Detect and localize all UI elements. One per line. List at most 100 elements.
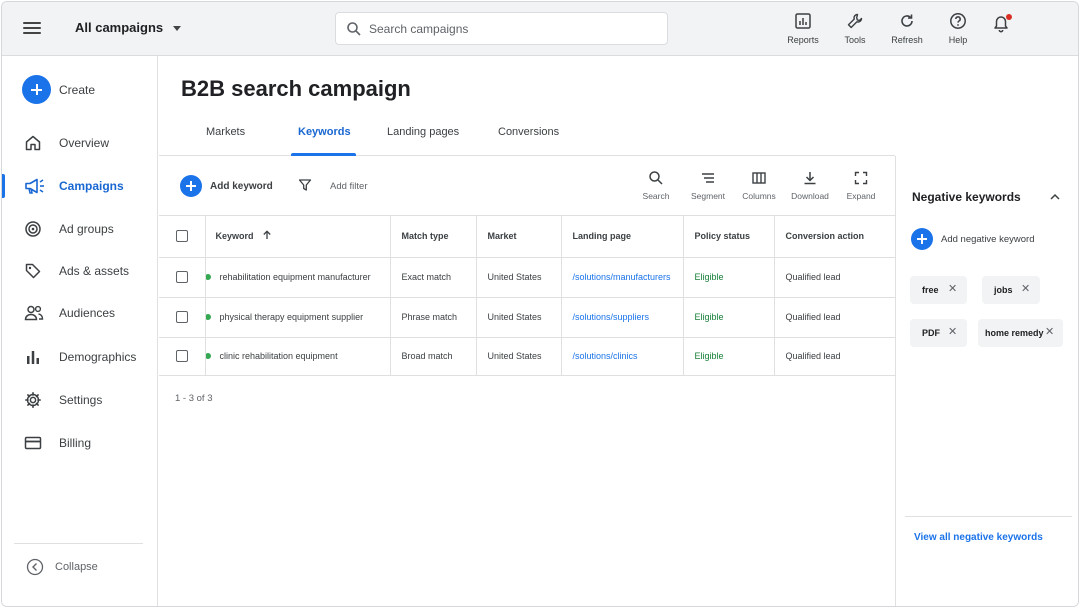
plus-icon	[22, 75, 51, 104]
chip-label: free	[922, 285, 939, 295]
sidebar-item-campaigns[interactable]: Campaigns	[2, 168, 157, 204]
columns-icon	[752, 172, 766, 184]
sidebar-item-audiences[interactable]: Audiences	[2, 295, 157, 331]
expand-label: Expand	[846, 191, 876, 201]
negative-keyword-chip: jobs ✕	[982, 276, 1040, 304]
plus-icon	[180, 175, 202, 197]
sidebar-item-overview[interactable]: Overview	[2, 125, 157, 161]
sidebar-item-ad-groups[interactable]: Ad groups	[2, 211, 157, 247]
arrow-up-icon	[263, 230, 271, 240]
segment-button[interactable]: Segment	[684, 170, 732, 201]
wrench-icon	[847, 13, 863, 29]
column-header-conversion-action[interactable]: Conversion action	[773, 215, 895, 258]
help-label: Help	[948, 35, 968, 45]
search-box[interactable]	[335, 12, 668, 45]
landing-page-cell: /solutions/suppliers	[560, 297, 683, 338]
add-keyword-label: Add keyword	[210, 181, 273, 192]
panel-divider	[905, 516, 1072, 517]
landing-page-link[interactable]: /solutions/clinics	[573, 351, 638, 361]
search-tool-button[interactable]: Search	[632, 170, 680, 201]
keyword-cell: physical therapy equipment supplier	[204, 297, 390, 338]
keyword-cell: rehabilitation equipment manufacturer	[204, 257, 390, 298]
sidebar: Create Overview Campaigns Ad groups Ads …	[2, 56, 158, 606]
caret-down-icon	[173, 26, 182, 32]
segment-icon	[702, 173, 714, 183]
table-row: rehabilitation equipment manufacturer Ex…	[159, 257, 895, 298]
row-checkbox[interactable]	[176, 311, 188, 323]
table-row: physical therapy equipment supplier Phra…	[159, 297, 895, 338]
header-checkbox-cell	[159, 215, 205, 258]
help-button[interactable]: Help	[933, 12, 983, 45]
table-row: clinic rehabilitation equipment Broad ma…	[159, 337, 895, 376]
collapse-button[interactable]: Collapse	[2, 551, 157, 583]
close-icon[interactable]: ✕	[948, 283, 957, 295]
refresh-icon	[901, 14, 913, 27]
table-header-row: Keyword Match type Market Landing page P…	[159, 215, 895, 258]
column-header-landing-page[interactable]: Landing page	[560, 215, 683, 258]
keyword-text: rehabilitation equipment manufacturer	[219, 272, 371, 282]
columns-button[interactable]: Columns	[735, 170, 783, 201]
search-input[interactable]	[369, 20, 649, 38]
notifications-button[interactable]	[991, 14, 1013, 36]
landing-page-cell: /solutions/clinics	[560, 337, 683, 376]
campaign-selector[interactable]: All campaigns	[75, 20, 182, 35]
column-header-keyword[interactable]: Keyword	[204, 215, 390, 258]
market-cell: United States	[475, 297, 561, 338]
card-icon	[24, 436, 42, 450]
plus-icon	[911, 228, 933, 250]
close-icon[interactable]: ✕	[1045, 326, 1054, 338]
row-checkbox[interactable]	[176, 350, 188, 362]
sidebar-item-ads-assets[interactable]: Ads & assets	[2, 253, 157, 289]
select-all-checkbox[interactable]	[176, 229, 188, 242]
close-icon[interactable]: ✕	[1021, 283, 1030, 295]
tools-button[interactable]: Tools	[830, 12, 880, 45]
status-dot	[206, 314, 211, 320]
sidebar-item-demographics[interactable]: Demographics	[2, 339, 157, 375]
expand-button[interactable]: Expand	[837, 170, 885, 201]
search-icon	[649, 171, 663, 185]
chevron-up-icon[interactable]	[1048, 190, 1062, 204]
tab-conversions[interactable]: Conversions	[498, 126, 559, 138]
tab-landing-pages[interactable]: Landing pages	[387, 126, 459, 138]
app-window: All campaigns Reports Tools Refresh Help	[1, 1, 1079, 607]
reports-button[interactable]: Reports	[778, 12, 828, 45]
sidebar-item-settings[interactable]: Settings	[2, 382, 157, 418]
refresh-button[interactable]: Refresh	[882, 12, 932, 45]
notification-dot	[1006, 14, 1012, 20]
keywords-table: Keyword Match type Market Landing page P…	[159, 215, 895, 376]
sidebar-item-label: Ad groups	[59, 222, 114, 236]
campaign-selector-label: All campaigns	[75, 20, 164, 35]
target-icon	[25, 221, 41, 237]
conversion-action-cell: Qualified lead	[773, 297, 895, 338]
landing-page-cell: /solutions/manufacturers	[560, 257, 683, 298]
reports-label: Reports	[787, 35, 819, 45]
download-icon	[804, 172, 816, 185]
page-title: B2B search campaign	[181, 76, 411, 101]
search-icon	[347, 22, 361, 36]
landing-page-link[interactable]: /solutions/suppliers	[573, 312, 650, 322]
table-toolbar: Add keyword Add filter Search Segment Co…	[159, 156, 895, 216]
view-all-negative-keywords-link[interactable]: View all negative keywords	[914, 532, 1043, 543]
landing-page-link[interactable]: /solutions/manufacturers	[573, 272, 671, 282]
menu-icon[interactable]	[22, 19, 42, 39]
column-header-market[interactable]: Market	[475, 215, 561, 258]
column-header-match-type[interactable]: Match type	[389, 215, 476, 258]
negative-keyword-chip: home remedy ✕	[978, 319, 1063, 347]
tab-keywords[interactable]: Keywords	[298, 126, 351, 138]
close-icon[interactable]: ✕	[948, 326, 957, 338]
add-filter-button[interactable]: Add filter	[298, 178, 368, 195]
negative-keyword-chip: free ✕	[910, 276, 967, 304]
download-button[interactable]: Download	[786, 170, 834, 201]
row-checkbox[interactable]	[176, 271, 188, 283]
chip-label: PDF	[922, 328, 940, 338]
refresh-label: Refresh	[891, 35, 923, 45]
panel-title: Negative keywords	[912, 190, 1021, 204]
sidebar-item-label: Campaigns	[59, 179, 124, 193]
column-header-policy-status[interactable]: Policy status	[682, 215, 774, 258]
tab-markets[interactable]: Markets	[206, 126, 245, 138]
row-checkbox-cell	[159, 257, 205, 298]
expand-icon	[854, 171, 868, 185]
sidebar-item-billing[interactable]: Billing	[2, 425, 157, 461]
conversion-action-cell: Qualified lead	[773, 337, 895, 376]
chevron-left-icon	[26, 558, 44, 576]
